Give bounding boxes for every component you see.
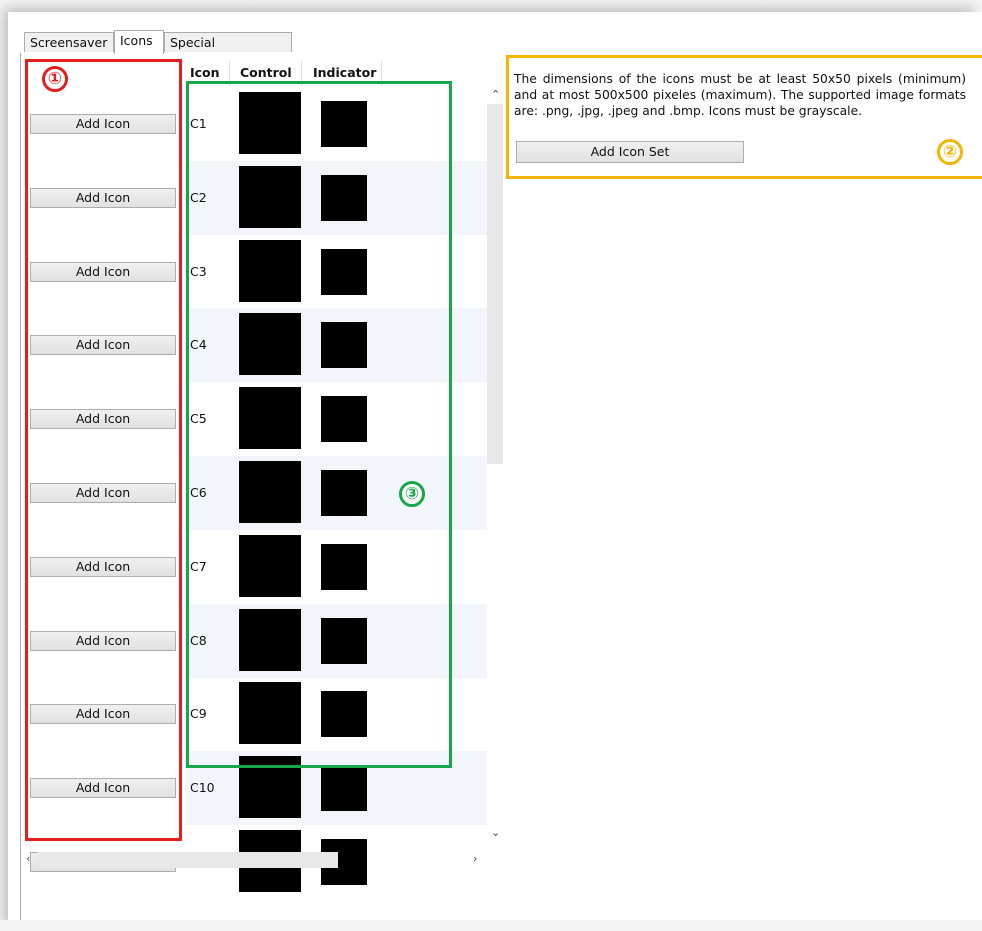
annotation-box-1 xyxy=(25,59,182,841)
chevron-right-icon[interactable]: › xyxy=(473,852,477,865)
annotation-badge-3: ③ xyxy=(399,481,425,507)
tab-icons[interactable]: Icons xyxy=(114,30,164,54)
status-strip xyxy=(0,920,982,931)
chevron-left-icon[interactable]: ‹ xyxy=(26,852,30,865)
row-icon-label: C10 xyxy=(190,780,215,796)
horizontal-scroll-thumb[interactable] xyxy=(38,852,338,868)
chevron-down-icon[interactable]: ⌄ xyxy=(491,826,500,839)
chevron-up-icon[interactable]: ⌃ xyxy=(491,88,500,101)
tab-bar: Screensaver Icons Special Characters xyxy=(20,30,982,70)
tab-screensaver[interactable]: Screensaver xyxy=(24,32,114,52)
vertical-scroll-thumb[interactable] xyxy=(487,104,503,464)
annotation-box-2 xyxy=(506,55,982,179)
annotation-badge-1: ① xyxy=(42,66,68,92)
annotation-box-3 xyxy=(186,81,452,768)
annotation-badge-2: ② xyxy=(937,139,963,165)
tab-special-characters[interactable]: Special Characters xyxy=(164,32,292,70)
indicator-icon-preview xyxy=(321,765,367,812)
